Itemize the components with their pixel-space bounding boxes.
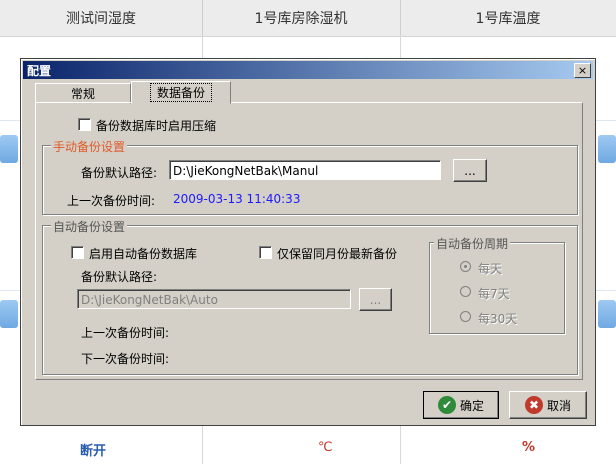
manual-path-label: 备份默认路径:	[81, 166, 158, 180]
period-daily-radio[interactable]	[460, 261, 471, 272]
cancel-button-label: 取消	[546, 398, 571, 413]
auto-next-backup-label: 下一次备份时间:	[81, 352, 170, 366]
auto-backup-group: 自动备份设置 启用自动备份数据库 仅保留同月份最新备份 备份默认路径: D:\J…	[42, 218, 578, 375]
auto-last-backup-label: 上一次备份时间:	[81, 326, 170, 340]
period-7days-radio[interactable]	[460, 286, 471, 297]
auto-path-label: 备份默认路径:	[81, 270, 158, 284]
ok-button-label: 确定	[459, 398, 484, 413]
tab-data-backup-label: 数据备份	[149, 83, 212, 102]
period-daily-label: 每天	[478, 262, 503, 276]
manual-browse-button[interactable]: ...	[453, 159, 487, 182]
manual-last-backup-label: 上一次备份时间:	[67, 194, 156, 208]
column-header-humidity: 测试间湿度	[0, 0, 203, 36]
auto-enable-label: 启用自动备份数据库	[89, 247, 198, 261]
check-icon: ✔	[437, 396, 456, 414]
tab-panel: 备份数据库时启用压缩 手动备份设置 备份默认路径: D:\JieKongNetB…	[35, 102, 583, 380]
auto-browse-button[interactable]: ...	[359, 288, 392, 311]
tab-general[interactable]: 常规	[35, 83, 131, 104]
tab-data-backup[interactable]: 数据备份	[131, 81, 231, 104]
backup-period-group: 自动备份周期 每天 每7天 每30天	[429, 235, 565, 334]
close-button[interactable]: ×	[574, 63, 591, 78]
cancel-icon: ✖	[524, 396, 543, 414]
unit-celsius: ℃	[318, 440, 333, 455]
auto-enable-checkbox[interactable]	[71, 246, 84, 259]
dialog-titlebar[interactable]: 配置 ×	[23, 61, 593, 79]
manual-backup-group: 手动备份设置 备份默认路径: D:\JieKongNetBak\Manul ..…	[42, 138, 578, 215]
cancel-button[interactable]: ✖ 取消	[509, 391, 587, 419]
status-text: 断开	[80, 444, 107, 459]
ok-button[interactable]: ✔ 确定	[423, 391, 499, 419]
dialog-title: 配置	[27, 63, 52, 78]
auto-backup-group-label: 自动备份设置	[51, 218, 128, 235]
column-header-temperature: 1号库温度	[475, 11, 541, 27]
compress-label: 备份数据库时启用压缩	[96, 119, 217, 133]
manual-path-input[interactable]: D:\JieKongNetBak\Manul	[169, 160, 441, 180]
unit-percent: %	[522, 440, 536, 455]
period-30days-radio[interactable]	[460, 311, 471, 322]
period-30days-label: 每30天	[478, 312, 518, 326]
manual-last-backup-time: 2009-03-13 11:40:33	[173, 192, 301, 206]
compress-checkbox[interactable]	[78, 118, 91, 131]
status-tab	[0, 135, 18, 163]
keep-latest-checkbox[interactable]	[259, 246, 272, 259]
status-tab	[0, 300, 18, 328]
tab-general-label: 常规	[70, 87, 95, 101]
column-header-dehumidifier: 1号库房除湿机	[202, 0, 401, 36]
status-tab	[598, 300, 616, 328]
status-tab	[598, 135, 616, 163]
period-7days-label: 每7天	[478, 287, 510, 301]
config-dialog: 配置 × 常规 数据备份 备份数据库时启用压缩 手动备份设置 备份默认路径: D…	[20, 58, 596, 426]
auto-path-input[interactable]: D:\JieKongNetBak\Auto	[77, 289, 351, 309]
manual-backup-group-label: 手动备份设置	[51, 138, 128, 155]
keep-latest-label: 仅保留同月份最新备份	[277, 247, 398, 261]
backup-period-group-label: 自动备份周期	[434, 235, 511, 252]
